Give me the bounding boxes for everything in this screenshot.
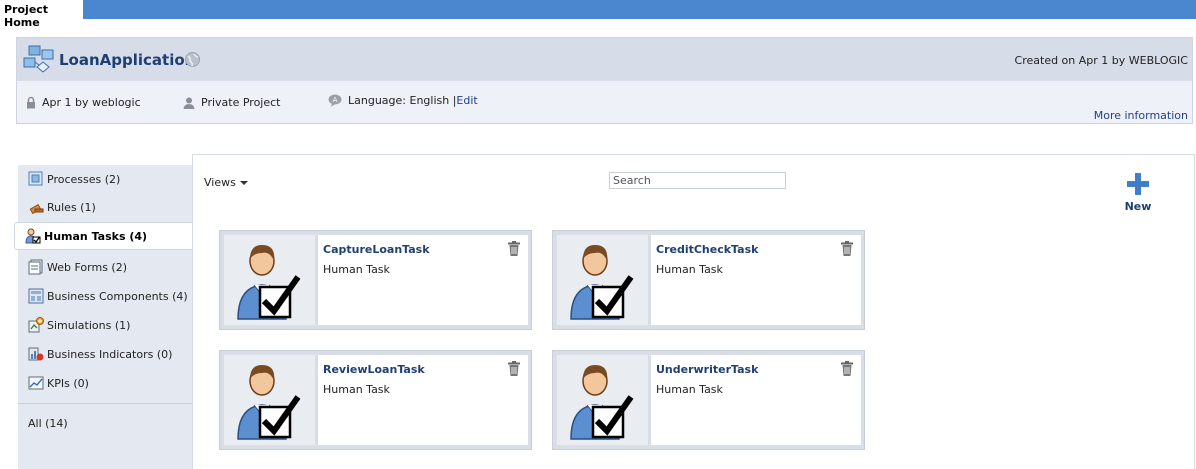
sidebar-item-all[interactable]: All (14) [18, 409, 193, 437]
trash-icon[interactable] [508, 361, 520, 376]
trash-icon[interactable] [841, 361, 853, 376]
task-name-link[interactable]: CreditCheckTask [656, 243, 758, 256]
human-task-thumbnail [224, 355, 315, 445]
new-label: New [1124, 200, 1152, 213]
user-icon [183, 97, 195, 109]
sidebar: Processes (2) Rules (1) Human Tasks (4) … [14, 165, 193, 469]
lock-icon [27, 96, 35, 109]
lock-text: Apr 1 by weblogic [42, 96, 141, 109]
globe-icon[interactable] [184, 51, 201, 68]
task-name-link[interactable]: UnderwriterTask [656, 363, 758, 376]
sidebar-item-label: Business Indicators (0) [47, 347, 173, 361]
sidebar-item-label: All (14) [28, 416, 68, 430]
views-label: Views [204, 176, 236, 189]
lock-info: Apr 1 by weblogic [26, 96, 141, 109]
svg-text:A: A [333, 96, 338, 104]
kpis-icon [28, 376, 44, 390]
sidebar-item-label: Human Tasks (4) [44, 229, 148, 243]
views-dropdown[interactable]: Views [204, 176, 248, 189]
human-task-thumbnail [557, 355, 648, 445]
sidebar-item-processes[interactable]: Processes (2) [18, 165, 193, 193]
task-type: Human Task [656, 263, 723, 276]
task-card[interactable]: UnderwriterTask Human Task [552, 350, 865, 450]
trash-icon[interactable] [841, 241, 853, 256]
trash-icon[interactable] [508, 241, 520, 256]
sidebar-item-rules[interactable]: Rules (1) [18, 193, 193, 221]
sidebar-item-label: KPIs (0) [47, 376, 89, 390]
task-card[interactable]: CaptureLoanTask Human Task [219, 230, 532, 330]
human-tasks-icon [25, 228, 41, 244]
speech-bubble-icon: A [328, 94, 342, 107]
sidebar-divider [18, 403, 193, 404]
sidebar-item-label: Web Forms (2) [47, 260, 127, 274]
sidebar-item-label: Business Components (4) [47, 289, 188, 303]
search-input[interactable] [609, 172, 786, 189]
created-info: Created on Apr 1 by WEBLOGIC [1014, 54, 1188, 67]
project-title-row: LoanApplication Created on Apr 1 by WEBL… [17, 38, 1192, 81]
sidebar-item-label: Processes (2) [47, 172, 121, 186]
top-tab-bar: Project Home [0, 0, 1196, 29]
sidebar-item-simulations[interactable]: Simulations (1) [18, 311, 193, 339]
edit-language-link[interactable]: Edit [456, 94, 477, 107]
project-header: LoanApplication Created on Apr 1 by WEBL… [16, 37, 1193, 124]
task-card[interactable]: ReviewLoanTask Human Task [219, 350, 532, 450]
task-type: Human Task [323, 383, 390, 396]
task-card-body: CaptureLoanTask Human Task [318, 235, 528, 325]
simulations-icon [28, 317, 44, 333]
human-task-thumbnail [557, 235, 648, 325]
sidebar-item-human-tasks[interactable]: Human Tasks (4) [14, 222, 193, 250]
plus-icon [1127, 173, 1149, 195]
task-card[interactable]: CreditCheckTask Human Task [552, 230, 865, 330]
task-name-link[interactable]: CaptureLoanTask [323, 243, 430, 256]
business-indicators-icon [28, 347, 44, 361]
project-title: LoanApplication [59, 51, 196, 69]
project-icon [23, 45, 54, 73]
web-forms-icon [28, 259, 43, 275]
task-card-body: ReviewLoanTask Human Task [318, 355, 528, 445]
task-type: Human Task [656, 383, 723, 396]
human-task-icon [237, 365, 301, 440]
sidebar-item-label: Simulations (1) [47, 318, 131, 332]
language-info: A Language: English | Edit [328, 94, 478, 107]
language-text: Language: English | [348, 94, 457, 107]
tab-project-home[interactable]: Project Home [0, 0, 83, 29]
business-components-icon [28, 288, 44, 304]
human-task-icon [237, 245, 301, 320]
processes-icon [28, 171, 43, 186]
new-button[interactable]: New [1123, 172, 1153, 213]
task-card-body: CreditCheckTask Human Task [651, 235, 861, 325]
main-content: Views New CaptureLoanTask Human Task [192, 154, 1195, 469]
chevron-down-icon [239, 180, 248, 185]
visibility-text: Private Project [201, 96, 281, 109]
human-task-thumbnail [224, 235, 315, 325]
sidebar-item-web-forms[interactable]: Web Forms (2) [18, 253, 193, 281]
visibility-info: Private Project [183, 96, 280, 109]
task-type: Human Task [323, 263, 390, 276]
more-information-link[interactable]: More information [1094, 109, 1188, 122]
sidebar-item-business-indicators[interactable]: Business Indicators (0) [18, 340, 193, 368]
sidebar-item-label: Rules (1) [47, 200, 96, 214]
human-task-icon [570, 245, 634, 320]
rules-icon [29, 203, 44, 215]
task-name-link[interactable]: ReviewLoanTask [323, 363, 425, 376]
human-task-icon [570, 365, 634, 440]
sidebar-item-kpis[interactable]: KPIs (0) [18, 369, 193, 397]
task-card-body: UnderwriterTask Human Task [651, 355, 861, 445]
sidebar-item-business-components[interactable]: Business Components (4) [18, 282, 193, 310]
